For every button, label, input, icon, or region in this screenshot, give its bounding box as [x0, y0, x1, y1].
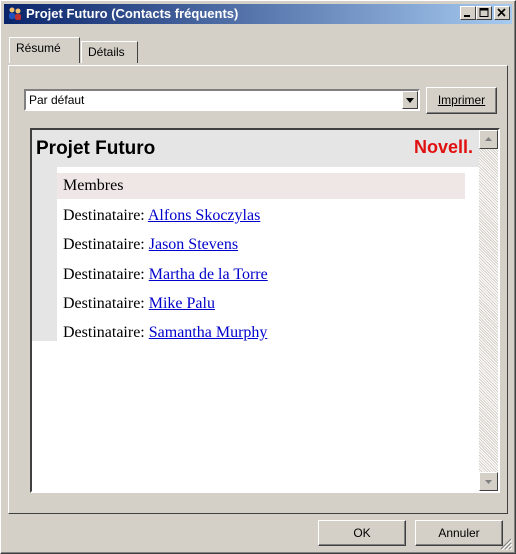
scroll-up-button[interactable]: [479, 130, 498, 149]
close-button[interactable]: [494, 6, 510, 20]
recipient-row: Destinataire: Alfons Skoczylas: [63, 207, 260, 225]
recipient-row: Destinataire: Martha de la Torre: [63, 266, 268, 284]
cancel-button-label: Annuler: [438, 526, 480, 540]
recipient-prefix: Destinataire:: [63, 295, 145, 312]
ok-button-label: OK: [353, 526, 371, 540]
window-title: Projet Futuro (Contacts fréquents): [26, 6, 239, 21]
left-margin-bar: [32, 167, 57, 341]
recipient-link[interactable]: Alfons Skoczylas: [148, 207, 260, 224]
recipient-prefix: Destinataire:: [63, 236, 145, 253]
members-header: Membres: [63, 177, 124, 194]
vertical-scrollbar[interactable]: [479, 130, 498, 491]
tab-details-label: Détails: [88, 45, 125, 59]
recipient-link[interactable]: Martha de la Torre: [149, 266, 268, 283]
minimize-button[interactable]: [460, 6, 476, 20]
recipient-prefix: Destinataire:: [63, 266, 145, 283]
novell-logo: Novell.: [413, 137, 473, 157]
view-select-value: Par défaut: [29, 93, 85, 107]
group-title: Projet Futuro: [36, 138, 156, 159]
recipient-link[interactable]: Jason Stevens: [149, 236, 238, 253]
tab-details[interactable]: Détails: [81, 41, 138, 63]
recipient-row: Destinataire: Mike Palu: [63, 295, 215, 313]
arrow-up-icon: [485, 137, 492, 141]
tab-resume[interactable]: Résumé: [9, 37, 80, 63]
recipient-prefix: Destinataire:: [63, 324, 145, 341]
scroll-down-button[interactable]: [479, 472, 498, 491]
arrow-down-icon: [485, 480, 492, 484]
summary-header: Projet Futuro Novell.: [32, 130, 479, 167]
members-header-row: Membres: [57, 173, 465, 199]
recipient-link[interactable]: Mike Palu: [149, 295, 215, 312]
recipient-row: Destinataire: Samantha Murphy: [63, 324, 267, 342]
maximize-icon: [479, 8, 489, 17]
contacts-dialog: Projet Futuro (Contacts fréquents) Résum…: [0, 0, 516, 554]
recipient-prefix: Destinataire:: [63, 207, 145, 224]
summary-view: Projet Futuro Novell. Membres Destinatai…: [30, 128, 500, 493]
ok-button[interactable]: OK: [318, 520, 406, 546]
title-bar[interactable]: Projet Futuro (Contacts fréquents): [4, 4, 512, 24]
recipient-row: Destinataire: Jason Stevens: [63, 236, 238, 254]
minimize-icon: [464, 15, 470, 17]
cancel-button[interactable]: Annuler: [415, 520, 503, 546]
chevron-down-icon: [406, 98, 414, 103]
view-select[interactable]: Par défaut: [24, 89, 420, 111]
print-button[interactable]: Imprimer: [426, 87, 497, 114]
resize-grip-icon[interactable]: [500, 538, 512, 550]
maximize-button[interactable]: [476, 6, 492, 20]
group-contacts-icon: [7, 6, 23, 22]
close-icon: [497, 8, 506, 17]
tab-resume-label: Résumé: [16, 41, 61, 55]
print-button-label: Imprimer: [437, 93, 486, 107]
recipient-link[interactable]: Samantha Murphy: [149, 324, 268, 341]
dropdown-button[interactable]: [402, 91, 418, 109]
